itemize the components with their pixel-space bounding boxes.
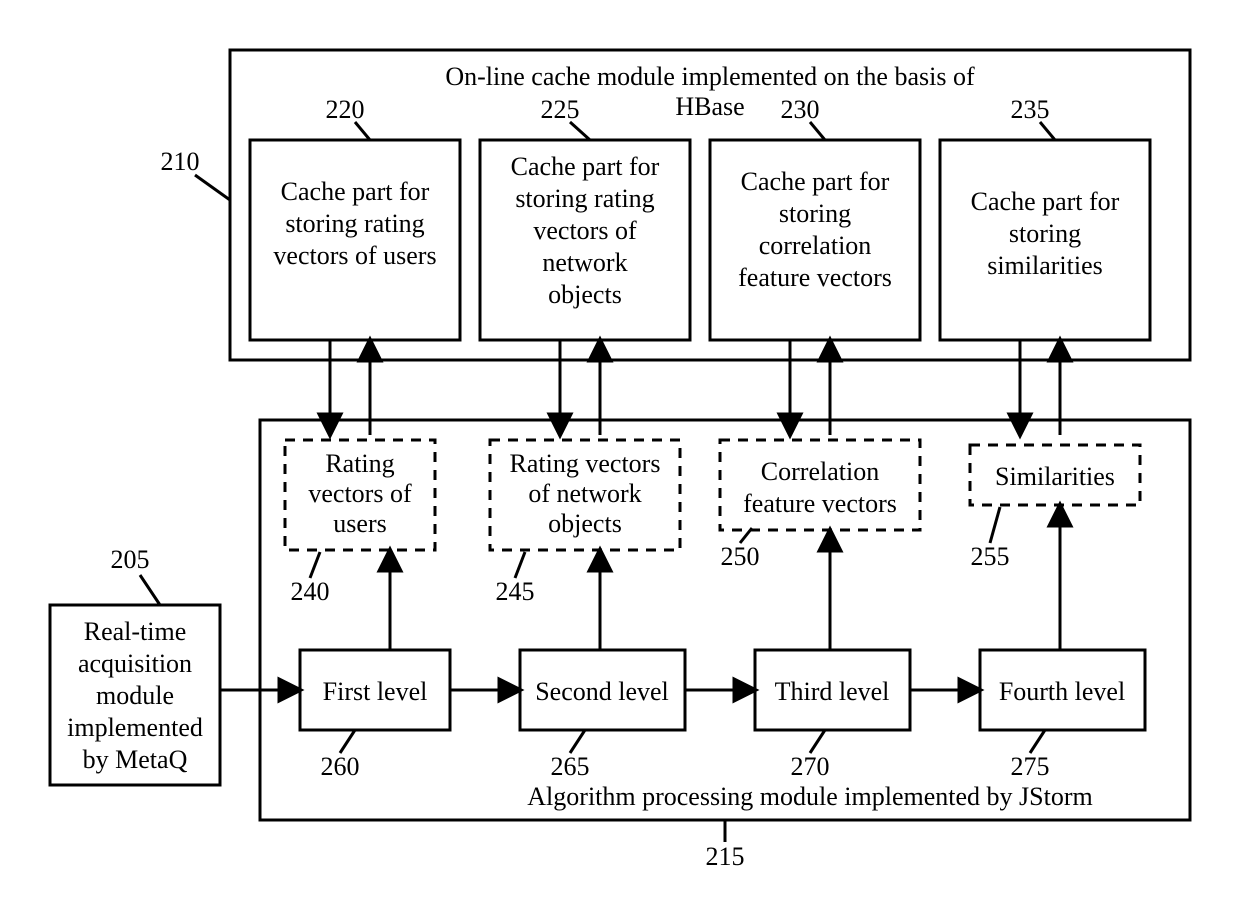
level-275: Fourth level [999, 677, 1125, 706]
algo-module-title: Algorithm processing module implemented … [527, 782, 1092, 811]
d255-l1: Similarities [995, 462, 1115, 491]
leader-225 [570, 122, 590, 140]
level-260: First level [323, 677, 428, 706]
leader-255 [990, 507, 1000, 543]
cache-230-l3: correlation [759, 231, 872, 260]
ref-230: 230 [781, 95, 820, 124]
cache-module-title-2: HBase [675, 92, 744, 121]
acq-l3: module [96, 681, 174, 710]
cache-225-l3: vectors of [533, 216, 637, 245]
cache-235-l3: similarities [987, 251, 1103, 280]
cache-225-l1: Cache part for [511, 152, 660, 181]
d250-l1: Correlation [761, 457, 879, 486]
level-265: Second level [535, 677, 669, 706]
cache-220-l1: Cache part for [281, 177, 430, 206]
ref-250: 250 [721, 542, 760, 571]
level-270: Third level [775, 677, 890, 706]
leader-235 [1040, 122, 1055, 140]
ref-240: 240 [291, 577, 330, 606]
diagram: On-line cache module implemented on the … [0, 0, 1240, 903]
d240-l2: vectors of [308, 479, 412, 508]
leader-275 [1030, 730, 1045, 753]
d240-l3: users [333, 509, 386, 538]
cache-220-l3: vectors of users [273, 241, 436, 270]
cache-220-l2: storing rating [285, 209, 424, 238]
leader-205 [140, 575, 160, 605]
ref-245: 245 [496, 577, 535, 606]
d245-l2: of network [528, 479, 641, 508]
ref-215: 215 [706, 842, 745, 871]
ref-260: 260 [321, 752, 360, 781]
cache-235-l1: Cache part for [971, 187, 1120, 216]
cache-225-l2: storing rating [515, 184, 654, 213]
ref-255: 255 [971, 542, 1010, 571]
leader-210 [195, 175, 230, 200]
cache-230-l1: Cache part for [741, 167, 890, 196]
leader-220 [355, 122, 370, 140]
leader-240 [310, 552, 320, 578]
cache-235-l2: storing [1009, 219, 1081, 248]
cache-230-l4: feature vectors [738, 263, 892, 292]
leader-230 [810, 122, 825, 140]
acq-l2: acquisition [78, 649, 192, 678]
leader-260 [340, 730, 355, 753]
ref-210: 210 [161, 147, 200, 176]
ref-270: 270 [791, 752, 830, 781]
ref-220: 220 [326, 95, 365, 124]
ref-235: 235 [1011, 95, 1050, 124]
cache-225-l4: network [542, 248, 627, 277]
acq-l5: by MetaQ [83, 745, 188, 774]
cache-225-l5: objects [548, 280, 622, 309]
ref-265: 265 [551, 752, 590, 781]
leader-270 [810, 730, 825, 753]
leader-265 [570, 730, 585, 753]
cache-module-title-1: On-line cache module implemented on the … [445, 62, 975, 91]
d250-l2: feature vectors [743, 489, 897, 518]
d245-l1: Rating vectors [510, 449, 661, 478]
acq-l4: implemented [67, 713, 203, 742]
cache-box-220 [250, 140, 460, 340]
d245-l3: objects [548, 509, 622, 538]
cache-230-l2: storing [779, 199, 851, 228]
ref-275: 275 [1011, 752, 1050, 781]
d240-l1: Rating [325, 449, 394, 478]
leader-245 [515, 552, 525, 578]
ref-225: 225 [541, 95, 580, 124]
acq-l1: Real-time [84, 617, 187, 646]
ref-205: 205 [111, 545, 150, 574]
